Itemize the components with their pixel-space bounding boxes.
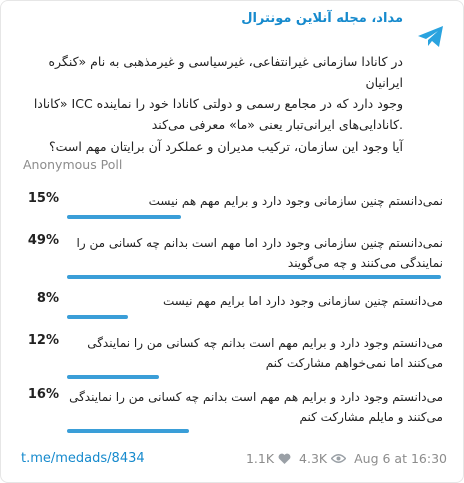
post-date: Aug 6 at 16:30 — [354, 451, 447, 466]
views-count-item: 4.3K — [299, 451, 347, 466]
reactions-count: 1.1K — [245, 451, 275, 466]
views-count: 4.3K — [299, 451, 328, 466]
telegram-logo-icon — [418, 26, 443, 47]
poll-option-text: می‌دانستم وجود دارد و برایم هم مهم است ب… — [69, 390, 443, 424]
post-body-line: .کانادایی‌های ایرانی‌تبار یعنی «ما» معرف… — [151, 117, 403, 132]
poll-option-text: نمی‌دانستم چنین سازمانی وجود دارد اما مه… — [76, 236, 443, 270]
post-link[interactable]: t.me/medads/8434 — [21, 451, 145, 466]
poll-option-percent: 12% — [27, 333, 59, 348]
eye-icon — [331, 454, 347, 463]
poll-option-bar — [67, 429, 189, 433]
telegram-post-card: مداد، مجله آنلاین مونترال در کانادا سازم… — [0, 0, 464, 483]
poll-option-bar — [67, 215, 181, 219]
heart-icon — [278, 453, 291, 464]
post-body: در کانادا سازمانی غیرانتفاعی، غیرسیاسی و… — [17, 51, 403, 135]
poll-option-bar — [67, 315, 128, 319]
poll-option-text: نمی‌دانستم چنین سازمانی وجود دارد و برای… — [148, 194, 443, 208]
post-body-line: در کانادا سازمانی غیرانتفاعی، غیرسیاسی و… — [48, 54, 403, 90]
reactions-count-item[interactable]: 1.1K — [246, 451, 291, 466]
poll-option-percent: 49% — [27, 233, 59, 248]
poll-option-percent: 8% — [36, 291, 59, 306]
poll-option-text: می‌دانستم وجود دارد و برایم مهم است بدان… — [87, 336, 443, 370]
poll-option-percent: 15% — [27, 191, 59, 206]
poll-type-label: Anonymous Poll — [23, 157, 123, 172]
poll-option-text: می‌دانستم چنین سازمانی وجود دارد اما برا… — [162, 294, 443, 308]
post-meta: 1.1K 4.3K Aug 6 at 16:30 — [238, 451, 447, 466]
poll-option-bar — [67, 275, 441, 279]
poll-option-bar — [67, 375, 159, 379]
channel-name[interactable]: مداد، مجله آنلاین مونترال — [241, 11, 403, 26]
post-footer: t.me/medads/8434 1.1K 4.3K Aug 6 at 16:3… — [1, 441, 463, 481]
poll-option-percent: 16% — [27, 387, 59, 402]
post-body-line: وجود دارد که در مجامع رسمی و دولتی کاناد… — [33, 96, 403, 111]
poll-question: آیا وجود این سازمان، ترکیب مدیران و عملک… — [48, 139, 403, 154]
